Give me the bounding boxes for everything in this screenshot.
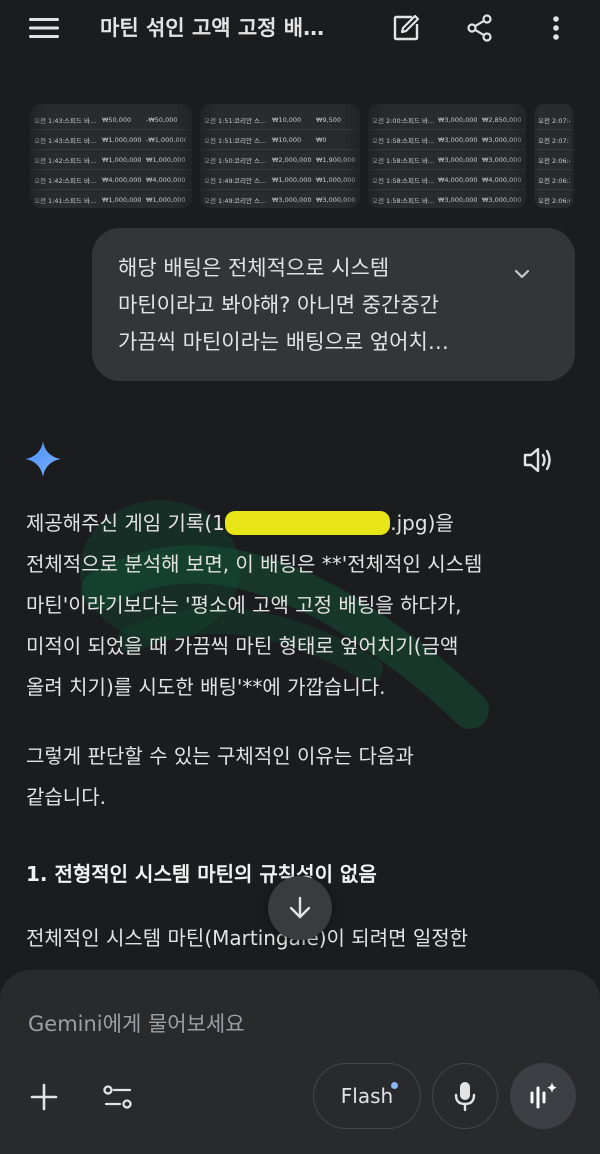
- add-button[interactable]: [22, 1075, 66, 1119]
- top-app-bar: 마틴 섞인 고액 고정 배…: [0, 0, 600, 54]
- table-row: 오전 1:58:08스피드 바...₩3,000,000₩3,000,000: [368, 190, 526, 208]
- table-row: 오전 2:06:01: [534, 190, 574, 208]
- mic-button[interactable]: [432, 1063, 498, 1129]
- composer-panel: Gemini에게 물어보세요 Flash: [0, 970, 600, 1154]
- table-row: 오전 1:58:35스피드 바...₩4,000,000₩4,000,000: [368, 170, 526, 190]
- mic-icon: [454, 1082, 476, 1112]
- response-line: 제공해주신 게임 기록(10000000000000.jpg)을: [26, 511, 454, 535]
- response-line: 올려 치기)를 시도한 배팅'**에 가깝습니다.: [26, 675, 386, 699]
- speaker-icon: [523, 447, 551, 473]
- plus-icon: [30, 1083, 58, 1111]
- table-row: 오전 2:07:42: [534, 110, 574, 130]
- user-message-line: 가끔씩 마틴이라는 배팅으로 엎어치…: [118, 330, 449, 354]
- response-paragraph: 제공해주신 게임 기록(10000000000000.jpg)을 전체적으로 분…: [26, 503, 566, 708]
- redacted-highlight: 0000000000000: [224, 511, 391, 535]
- tools-button[interactable]: [96, 1075, 140, 1119]
- table-row: 오전 1:49:21코리안 스...₩3,000,000₩3,000,000: [200, 190, 360, 208]
- gemini-sparkle-icon: [25, 441, 61, 477]
- model-label: Flash: [340, 1084, 394, 1108]
- live-mode-button[interactable]: [510, 1063, 576, 1129]
- conversation-title[interactable]: 마틴 섞인 고액 고정 배…: [100, 12, 350, 42]
- table-row: 오전 1:58:01스피드 바...₩3,000,000₩3,000,000: [368, 150, 526, 170]
- attachment-image[interactable]: 오전 1:51:57코리안 스...₩10,000₩9,500 오전 1:51:…: [200, 104, 360, 208]
- more-options-button[interactable]: [534, 6, 578, 50]
- share-icon: [467, 14, 492, 42]
- response-heading: 1. 전형적인 시스템 마틴의 규칙성이 없음: [26, 862, 377, 886]
- model-selector-button[interactable]: Flash: [313, 1063, 421, 1129]
- response-line: 전체적으로 분석해 보면, 이 배팅은 **'전체적인 시스템: [26, 552, 483, 576]
- table-row: 오전 2:00:29스피드 바...₩3,000,000₩2,850,000: [368, 110, 526, 130]
- table-row: 오전 2:07:16: [534, 130, 574, 150]
- response-line: 그렇게 판단할 수 있는 구체적인 이유는 다음과: [26, 744, 414, 768]
- more-vert-icon: [553, 16, 559, 40]
- table-row: 오전 1:49:45코리안 스...₩1,000,000₩1,000,000: [200, 170, 360, 190]
- table-row: 오전 1:43:07스피드 바...₩1,000,000-₩1,000,000: [30, 130, 192, 150]
- attachment-image[interactable]: 오전 2:07:42 오전 2:07:16 오전 2:06:49 오전 2:06…: [534, 104, 574, 208]
- attachment-thumbnails: 오전 1:43:33스피드 바...₩50,000-₩50,000 오전 1:4…: [30, 104, 574, 208]
- chevron-down-icon[interactable]: [510, 262, 534, 286]
- scroll-to-bottom-button[interactable]: [268, 876, 332, 940]
- user-message-line: 해당 배팅은 전체적으로 시스템: [118, 256, 390, 280]
- menu-button[interactable]: [22, 6, 66, 50]
- user-message-line: 마틴이라고 봐야해? 아니면 중간중간: [118, 293, 439, 317]
- attachment-image[interactable]: 오전 1:43:33스피드 바...₩50,000-₩50,000 오전 1:4…: [30, 104, 192, 208]
- response-line: 같습니다.: [26, 785, 106, 809]
- response-line: 마틴'이라기보다는 '평소에 고액 고정 배팅을 하다가,: [26, 593, 462, 617]
- user-message-text: 해당 배팅은 전체적으로 시스템 마틴이라고 봐야해? 아니면 중간중간 가끔씩…: [118, 250, 518, 361]
- table-row: 오전 1:42:11스피드 바...₩4,000,000₩4,000,000: [30, 170, 192, 190]
- table-row: 오전 1:41:44스피드 바...₩1,000,000₩1,000,000: [30, 190, 192, 208]
- tools-icon: [103, 1085, 132, 1109]
- attachment-image[interactable]: 오전 2:00:29스피드 바...₩3,000,000₩2,850,000 오…: [368, 104, 526, 208]
- share-button[interactable]: [458, 6, 502, 50]
- table-row: 오전 1:50:20코리안 스...₩2,000,000₩1,900,000: [200, 150, 360, 170]
- table-row: 오전 1:51:57코리안 스...₩10,000₩9,500: [200, 110, 360, 130]
- edit-button[interactable]: [384, 6, 428, 50]
- table-row: 오전 1:43:33스피드 바...₩50,000-₩50,000: [30, 110, 192, 130]
- arrow-down-icon: [289, 896, 311, 919]
- menu-icon: [29, 18, 59, 38]
- live-waveform-icon: [530, 1082, 557, 1109]
- edit-icon: [393, 14, 420, 41]
- user-message-bubble[interactable]: 해당 배팅은 전체적으로 시스템 마틴이라고 봐야해? 아니면 중간중간 가끔씩…: [92, 228, 575, 381]
- prompt-input[interactable]: Gemini에게 물어보세요: [28, 1008, 245, 1038]
- table-row: 오전 2:06:25: [534, 170, 574, 190]
- table-row: 오전 1:51:31코리안 스...₩10,000₩0: [200, 130, 360, 150]
- new-indicator-dot: [391, 1082, 398, 1089]
- response-line: 미적이 되었을 때 가끔씩 마틴 형태로 엎어치기(금액: [26, 634, 459, 658]
- table-row: 오전 1:42:38스피드 바...₩1,000,000₩1,000,000: [30, 150, 192, 170]
- read-aloud-button[interactable]: [518, 440, 558, 480]
- table-row: 오전 1:58:58스피드 바...₩3,000,000₩3,000,000: [368, 130, 526, 150]
- table-row: 오전 2:06:49: [534, 150, 574, 170]
- response-paragraph: 그렇게 판단할 수 있는 구체적인 이유는 다음과 같습니다.: [26, 736, 566, 818]
